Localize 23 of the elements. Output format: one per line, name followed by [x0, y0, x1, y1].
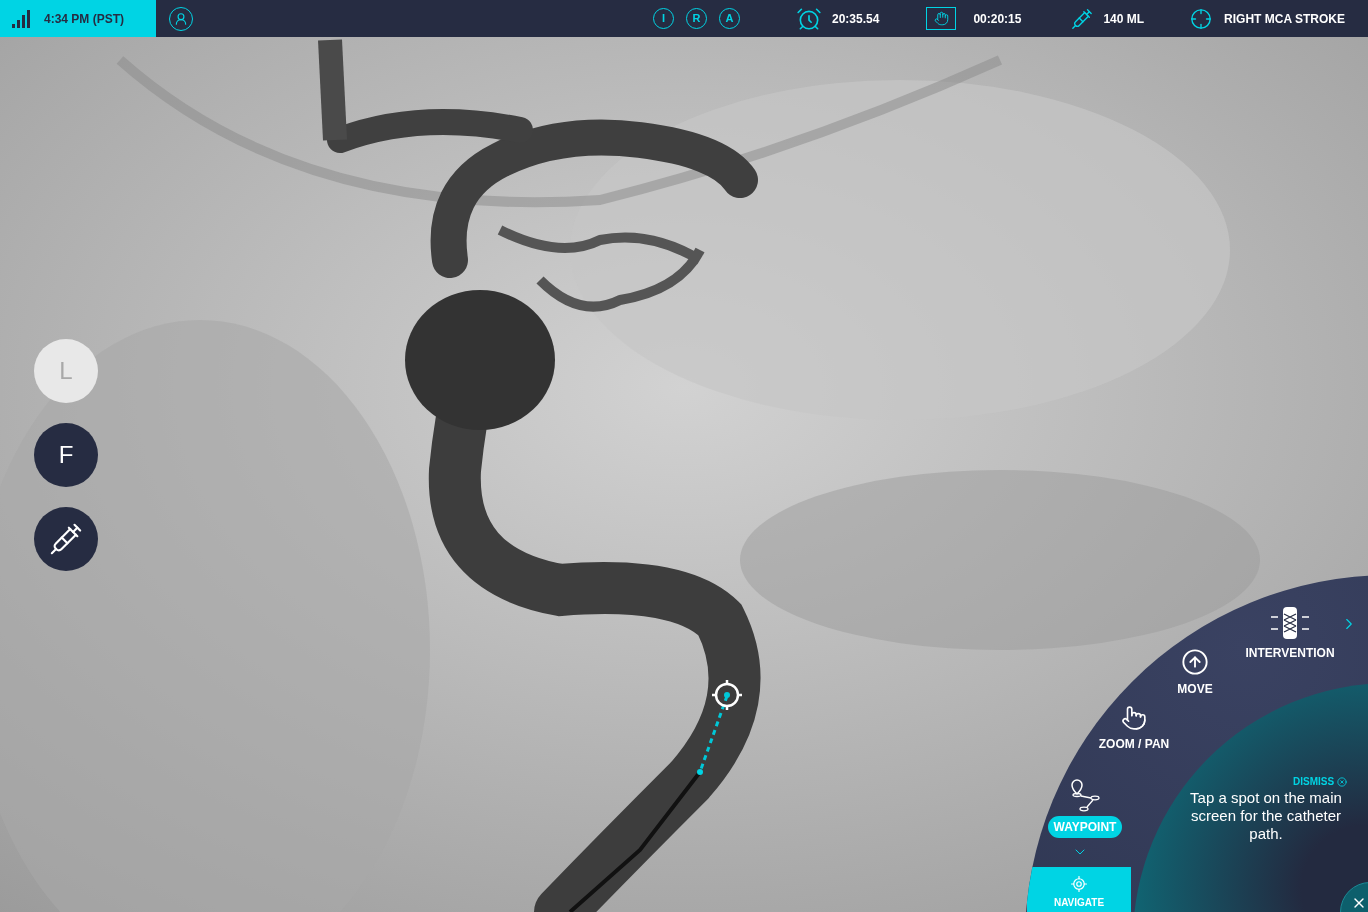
fluoro-icon — [926, 7, 957, 30]
syringe-icon — [49, 522, 83, 556]
fluoro-time-text: 00:20:15 — [973, 10, 1022, 28]
route-icon — [1069, 778, 1101, 812]
timer-icon — [796, 5, 822, 32]
hint-text: Tap a spot on the main screen for the catheter path. — [1189, 789, 1343, 843]
menu-item[interactable]: MOVE — [1165, 648, 1225, 698]
close-icon — [1337, 776, 1348, 787]
navigate-icon — [1070, 875, 1088, 893]
user-icon — [174, 11, 188, 26]
contrast-volume-text: 140 ML — [1103, 10, 1145, 28]
case-text: RIGHT MCA STROKE — [1224, 10, 1345, 28]
menu-item[interactable]: INTERVENTION — [1240, 606, 1340, 662]
syringe-icon — [1071, 7, 1094, 30]
menu-item[interactable]: ZOOM / PAN — [1090, 705, 1178, 753]
signal-icon — [12, 9, 30, 28]
timer-text: 20:35.54 — [832, 10, 880, 28]
dismiss-button[interactable]: DISMISS — [1293, 774, 1348, 789]
hand-pointer-icon — [1121, 705, 1147, 731]
arrow-up-icon — [1181, 648, 1209, 676]
clock-text: 4:34 PM (PST) — [44, 10, 124, 28]
stent-icon — [1269, 606, 1311, 640]
crosshair-icon — [1190, 7, 1213, 30]
